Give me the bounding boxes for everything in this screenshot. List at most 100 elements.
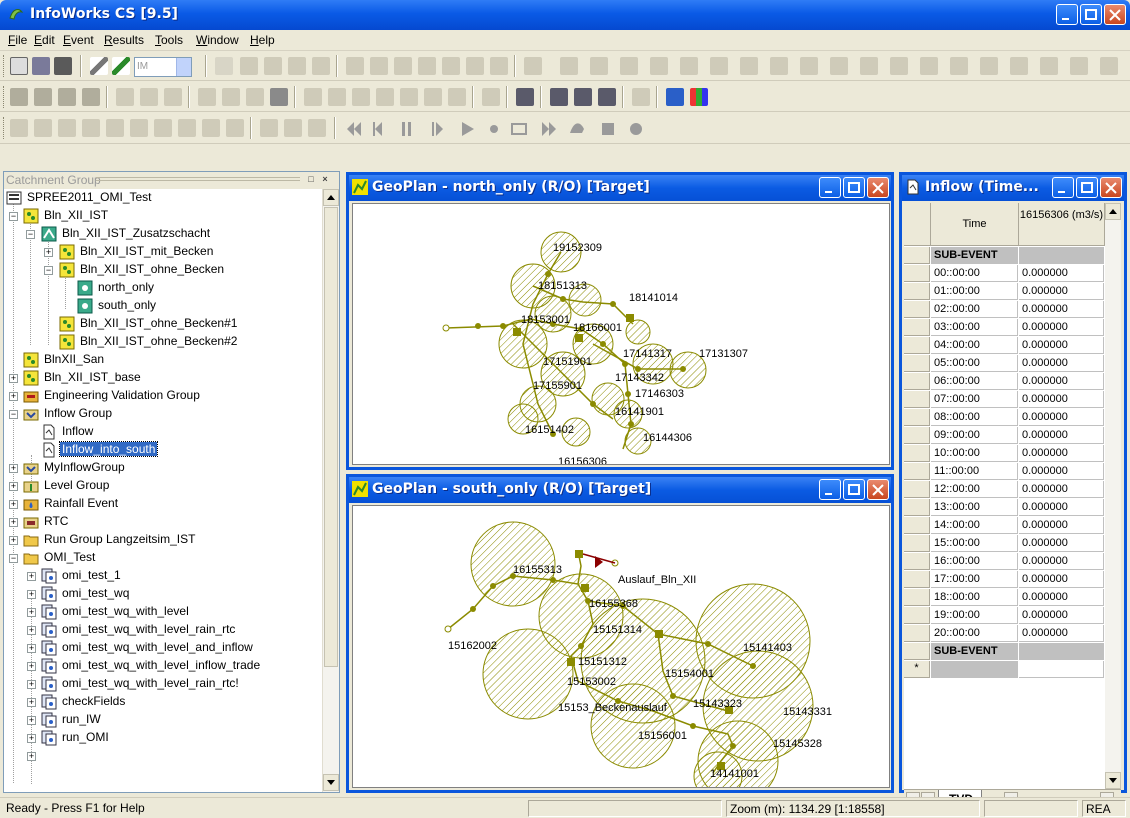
scroll-down-icon[interactable] [323, 774, 339, 791]
value-cell[interactable]: 0.000000 [1019, 265, 1104, 282]
grid-corner[interactable] [904, 203, 931, 246]
table-row[interactable]: 06::00:00 0.000000 [904, 373, 1104, 390]
tool-icon[interactable] [140, 88, 158, 106]
table-row[interactable]: 04::00:00 0.000000 [904, 337, 1104, 354]
table-row[interactable]: 15::00:00 0.000000 [904, 535, 1104, 552]
tool-icon[interactable] [328, 88, 346, 106]
time-cell[interactable]: 02::00:00 [931, 301, 1018, 318]
geoplan-south-titlebar[interactable]: GeoPlan - south_only (R/O) [Target] [349, 477, 891, 503]
value-cell[interactable]: 0.000000 [1019, 589, 1104, 606]
tool-icon[interactable] [312, 57, 330, 75]
close-icon[interactable]: × [319, 174, 331, 186]
time-cell[interactable]: 05::00:00 [931, 355, 1018, 372]
tool-icon[interactable] [482, 88, 500, 106]
time-cell[interactable]: 14::00:00 [931, 517, 1018, 534]
tool-icon[interactable] [980, 57, 998, 75]
sub-event-label[interactable]: SUB-EVENT [931, 247, 1018, 264]
tool-icon[interactable] [740, 57, 758, 75]
time-cell[interactable]: 09::00:00 [931, 427, 1018, 444]
pen-icon[interactable] [90, 57, 108, 75]
menu-results[interactable]: Results [104, 33, 144, 47]
expand-icon[interactable]: + [9, 500, 18, 509]
tool-icon[interactable] [346, 57, 364, 75]
time-cell[interactable]: 10::00:00 [931, 445, 1018, 462]
time-cell[interactable]: 06::00:00 [931, 373, 1018, 390]
toolbar-grip[interactable] [3, 86, 6, 108]
tool-icon[interactable] [308, 119, 326, 137]
new-value-cell[interactable] [1019, 661, 1104, 678]
scrollbar-thumb[interactable] [324, 207, 338, 667]
row-header[interactable] [904, 301, 930, 318]
tool-icon[interactable] [34, 88, 52, 106]
table-row[interactable]: 01::00:00 0.000000 [904, 283, 1104, 300]
sql-icon[interactable] [58, 119, 76, 137]
grid-scrollbar[interactable] [1105, 203, 1121, 789]
tool-icon[interactable] [34, 119, 52, 137]
tool-icon[interactable] [260, 119, 278, 137]
menu-event[interactable]: Event [63, 33, 94, 47]
tool-icon[interactable] [240, 57, 258, 75]
tool-icon[interactable] [710, 57, 728, 75]
value-cell[interactable]: 0.000000 [1019, 391, 1104, 408]
tool-icon[interactable] [560, 57, 578, 75]
column-header-time[interactable]: Time [931, 203, 1019, 246]
tool-icon[interactable] [1040, 57, 1058, 75]
mode-select[interactable]: IM [134, 57, 192, 77]
tool-icon[interactable] [666, 88, 684, 106]
expand-icon[interactable]: + [27, 590, 36, 599]
tool-icon[interactable] [370, 57, 388, 75]
maximize-button[interactable] [843, 479, 865, 500]
expand-icon[interactable]: + [9, 464, 18, 473]
row-header[interactable] [904, 373, 930, 390]
value-cell[interactable]: 0.000000 [1019, 445, 1104, 462]
menu-tools[interactable]: Tools [155, 33, 183, 47]
table-row[interactable]: 18::00:00 0.000000 [904, 589, 1104, 606]
new-time-cell[interactable] [931, 661, 1018, 678]
expand-icon[interactable]: + [27, 752, 36, 761]
time-cell[interactable]: 18::00:00 [931, 589, 1018, 606]
tool-icon[interactable] [288, 57, 306, 75]
tool-icon[interactable] [598, 88, 616, 106]
panel-header[interactable]: Catchment Group □ × [4, 172, 339, 189]
close-button[interactable] [867, 177, 889, 198]
value-cell[interactable]: 0.000000 [1019, 481, 1104, 498]
row-header[interactable] [904, 571, 930, 588]
row-header[interactable] [904, 643, 930, 660]
row-header[interactable]: * [904, 661, 930, 678]
expand-icon[interactable]: + [9, 392, 18, 401]
tool-icon[interactable] [770, 57, 788, 75]
row-header[interactable] [904, 481, 930, 498]
tool-icon[interactable] [202, 119, 220, 137]
time-cell[interactable]: 11::00:00 [931, 463, 1018, 480]
expand-icon[interactable]: + [27, 680, 36, 689]
tool-icon[interactable] [1100, 57, 1118, 75]
expand-icon[interactable]: + [27, 716, 36, 725]
tool-icon[interactable] [830, 57, 848, 75]
expand-icon[interactable]: + [9, 518, 18, 527]
table-row[interactable]: 13::00:00 0.000000 [904, 499, 1104, 516]
row-header[interactable] [904, 625, 930, 642]
row-header[interactable] [904, 607, 930, 624]
value-cell[interactable]: 0.000000 [1019, 409, 1104, 426]
print-icon[interactable] [54, 57, 72, 75]
tool-icon[interactable] [198, 88, 216, 106]
tree-scrollbar[interactable] [322, 189, 339, 792]
time-cell[interactable]: 19::00:00 [931, 607, 1018, 624]
tool-icon[interactable] [650, 57, 668, 75]
expand-icon[interactable]: + [9, 374, 18, 383]
value-cell[interactable]: 0.000000 [1019, 283, 1104, 300]
row-header[interactable] [904, 427, 930, 444]
grid-icon[interactable] [106, 119, 124, 137]
tool-icon[interactable] [800, 57, 818, 75]
sub-event-value[interactable] [1019, 247, 1104, 264]
time-cell[interactable]: 08::00:00 [931, 409, 1018, 426]
expand-icon[interactable]: + [9, 482, 18, 491]
tool-icon[interactable] [116, 88, 134, 106]
maximize-button[interactable] [843, 177, 865, 198]
value-cell[interactable]: 0.000000 [1019, 517, 1104, 534]
menu-window[interactable]: Window [196, 33, 239, 47]
new-row[interactable]: * [904, 661, 1104, 678]
sub-event-label[interactable]: SUB-EVENT [931, 643, 1018, 660]
table-row[interactable]: 12::00:00 0.000000 [904, 481, 1104, 498]
close-button[interactable] [867, 479, 889, 500]
